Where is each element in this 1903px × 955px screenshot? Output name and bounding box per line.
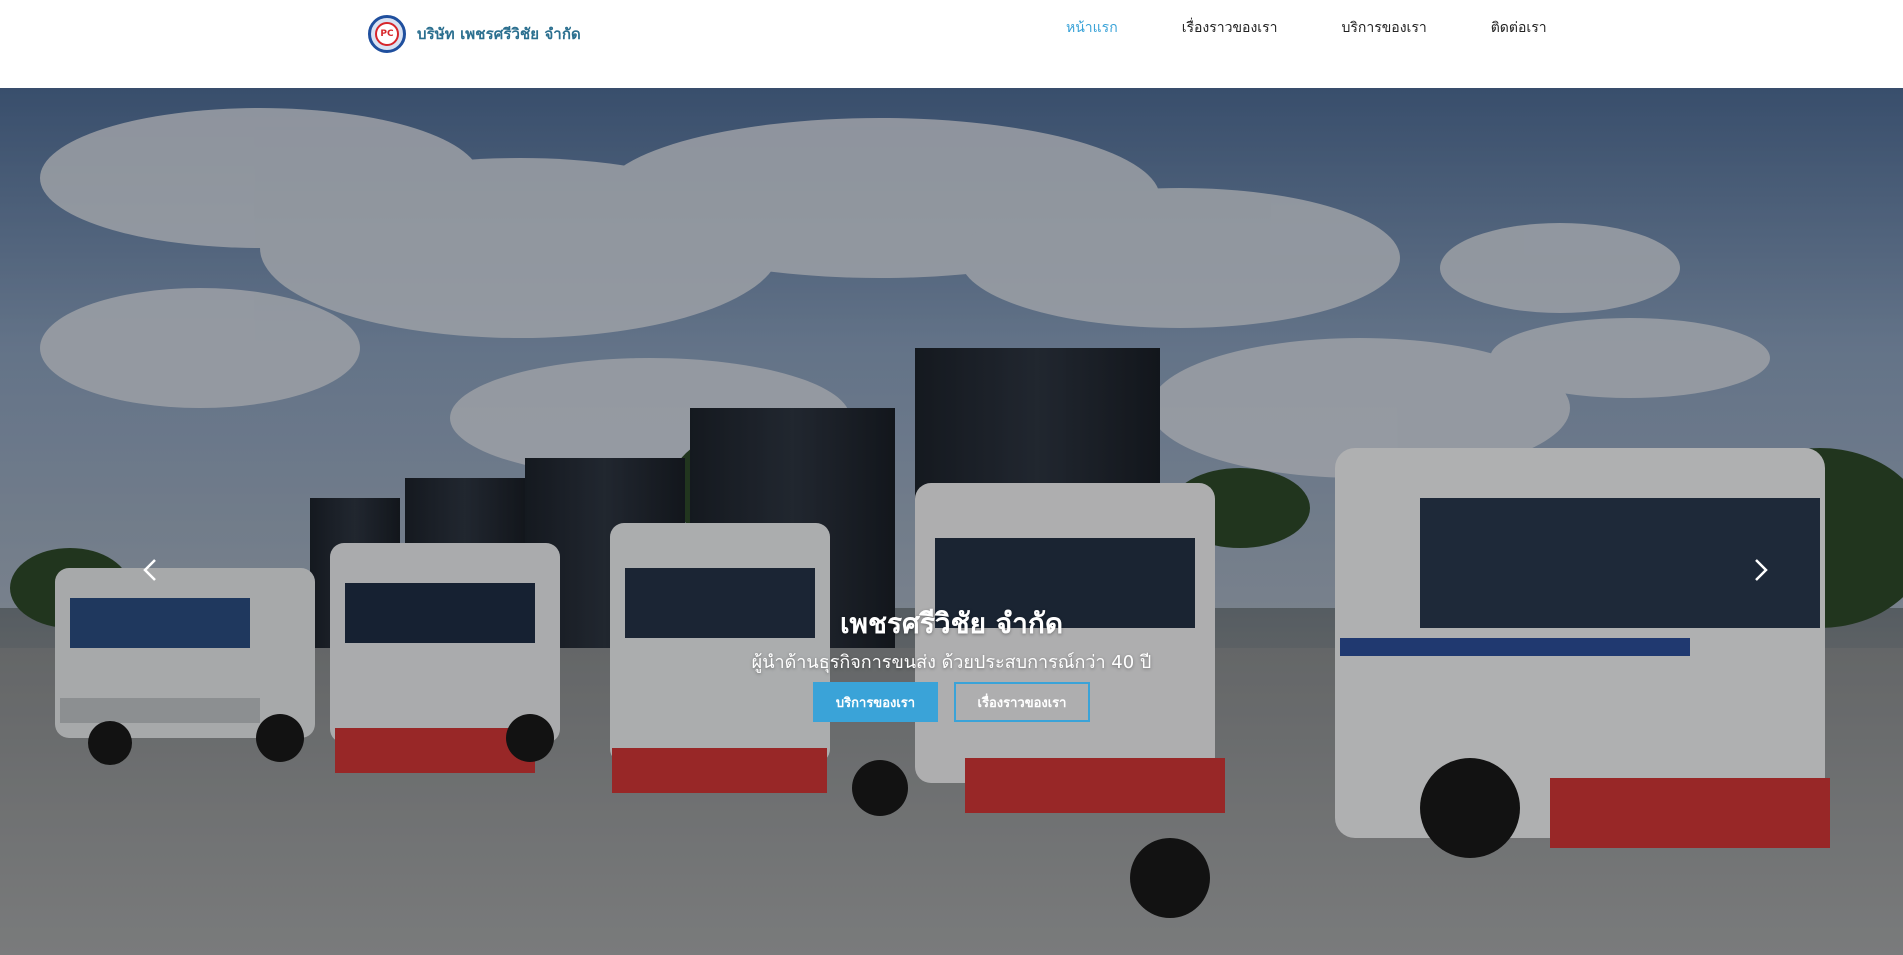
hero-dark-overlay [0, 88, 1903, 955]
hero-carousel: เพชรศรีวิชัย จำกัด ผู้นำด้านธุรกิจการขนส… [0, 88, 1903, 955]
chevron-left-icon [143, 559, 156, 581]
hero-caption: เพชรศรีวิชัย จำกัด ผู้นำด้านธุรกิจการขนส… [0, 604, 1903, 722]
carousel-next-button[interactable] [1745, 550, 1777, 590]
company-logo: PC [368, 15, 406, 53]
main-navigation: หน้าแรก เรื่องราวของเรา บริการของเรา ติด… [1066, 17, 1547, 39]
our-story-button[interactable]: เรื่องราวของเรา [954, 682, 1090, 722]
brand-logo-link[interactable]: PC บริษัท เพชรศรีวิชัย จำกัด [368, 14, 581, 54]
logo-mark: PC [375, 22, 399, 46]
nav-item-our-story[interactable]: เรื่องราวของเรา [1182, 17, 1278, 39]
our-services-button[interactable]: บริการของเรา [813, 682, 938, 722]
nav-item-our-services[interactable]: บริการของเรา [1341, 17, 1426, 39]
nav-item-contact[interactable]: ติดต่อเรา [1491, 17, 1547, 39]
nav-item-home[interactable]: หน้าแรก [1066, 17, 1118, 39]
navbar: PC บริษัท เพชรศรีวิชัย จำกัด หน้าแรก เรื… [0, 0, 1903, 88]
hero-subtitle: ผู้นำด้านธุรกิจการขนส่ง ด้วยประสบการณ์กว… [751, 652, 1152, 673]
hero-title: เพชรศรีวิชัย จำกัด [839, 607, 1064, 640]
chevron-right-icon [1755, 559, 1768, 581]
brand-name: บริษัท เพชรศรีวิชัย จำกัด [417, 25, 581, 43]
hero-buttons: บริการของเรา เรื่องราวของเรา [0, 682, 1903, 722]
carousel-prev-button[interactable] [134, 550, 166, 590]
